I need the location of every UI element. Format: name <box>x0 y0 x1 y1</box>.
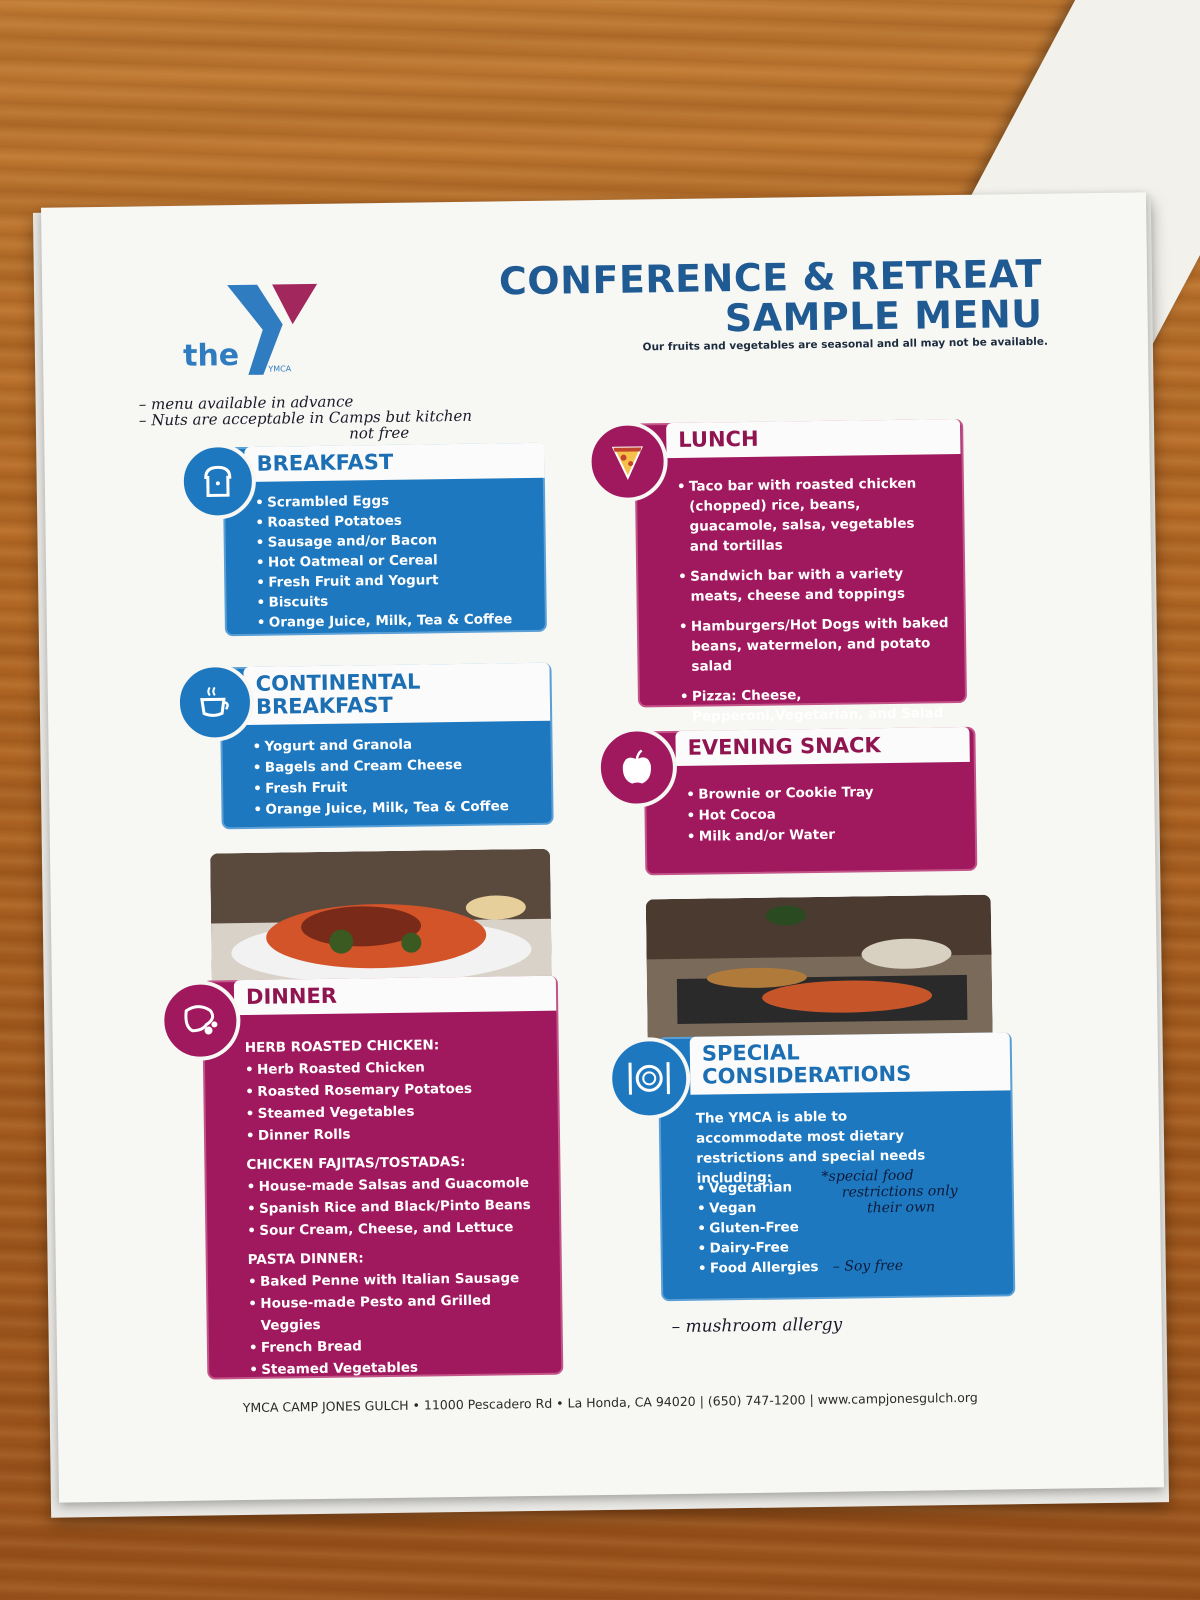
list-item: Orange Juice, Milk, Tea & Coffee <box>257 609 513 633</box>
ymca-y-icon: YMCA <box>227 283 318 375</box>
dinner-section-list: Baked Penne with Italian SausageHouse-ma… <box>248 1267 550 1381</box>
list-item: Brownie or Cookie Tray <box>686 782 873 805</box>
dinner-card: DINNER HERB ROASTED CHICKEN:Herb Roasted… <box>201 975 564 1381</box>
handwritten-line-2: – Nuts are acceptable in Camps but kitch… <box>138 406 473 430</box>
dinner-section-heading: CHICKEN FAJITAS/TOSTADAS: <box>246 1153 466 1174</box>
list-item: Vegetarian <box>697 1177 818 1199</box>
handwritten-special-3: their own <box>866 1199 936 1217</box>
menu-sheet: the YMCA CONFERENCE & RETREAT SAMPLE MEN… <box>41 192 1164 1503</box>
list-item: Sandwich bar with a variety meats, chees… <box>678 563 949 607</box>
dinner-section-list: Herb Roasted ChickenRoasted Rosemary Pot… <box>245 1055 546 1147</box>
list-item: Hot Cocoa <box>686 803 873 826</box>
list-item: Gluten-Free <box>697 1217 818 1239</box>
handwritten-bottom-note: – mushroom allergy <box>671 1314 843 1338</box>
continental-title: CONTINENTAL BREAKFAST <box>243 662 551 725</box>
handwritten-note-top: – menu available in advance – Nuts are a… <box>139 392 473 445</box>
list-item: Dinner Rolls <box>246 1121 546 1147</box>
dinner-section-list: House-made Salsas and GuacomoleSpanish R… <box>247 1172 548 1242</box>
list-item: Vegan <box>697 1197 818 1219</box>
special-card: SPECIAL CONSIDERATIONS The YMCA is able … <box>657 1032 1016 1302</box>
special-title-line-2: CONSIDERATIONS <box>702 1061 912 1089</box>
list-item: Sour Cream, Cheese, and Lettuce <box>247 1216 547 1242</box>
dinner-section-heading: HERB ROASTED CHICKEN: <box>244 1037 440 1057</box>
dinner-section-heading: PASTA DINNER: <box>247 1250 364 1268</box>
list-item: Steamed Vegetables <box>249 1355 549 1381</box>
snack-title: EVENING SNACK <box>675 726 970 766</box>
list-item: Food Allergies <box>698 1257 819 1279</box>
continental-card: CONTINENTAL BREAKFAST Yogurt and Granola… <box>219 662 554 830</box>
list-item: Fresh Fruit <box>253 775 509 799</box>
handwritten-special-2: restrictions only <box>841 1183 958 1201</box>
breakfast-card: BREAKFAST Scrambled EggsRoasted Potatoes… <box>222 442 547 637</box>
breakfast-list: Scrambled EggsRoasted PotatoesSausage an… <box>255 489 512 633</box>
logo-brand-text: YMCA <box>267 364 291 373</box>
page-title: CONFERENCE & RETREAT SAMPLE MENU <box>499 252 1043 342</box>
list-item: Hamburgers/Hot Dogs with baked beans, wa… <box>679 613 950 677</box>
lunch-list: Taco bar with roasted chicken (chopped) … <box>677 473 951 757</box>
continental-list: Yogurt and GranolaBagels and Cream Chees… <box>252 733 509 821</box>
lunch-card: LUNCH Taco bar with roasted chicken (cho… <box>634 418 968 745</box>
list-item: Orange Juice, Milk, Tea & Coffee <box>253 796 509 820</box>
dinner-photo <box>210 848 552 994</box>
special-list: VegetarianVeganGluten-FreeDairy-FreeFood… <box>697 1177 819 1279</box>
special-title: SPECIAL CONSIDERATIONS <box>689 1032 1011 1095</box>
list-item: Bagels and Cream Cheese <box>253 754 509 778</box>
list-item: Milk and/or Water <box>687 824 874 847</box>
snack-card: EVENING SNACK Brownie or Cookie TrayHot … <box>643 726 978 876</box>
list-item: Dairy-Free <box>697 1237 818 1259</box>
list-item: Yogurt and Granola <box>252 733 508 757</box>
dinner-sections: HERB ROASTED CHICKEN:Herb Roasted Chicke… <box>245 1026 550 1381</box>
dinner-title: DINNER <box>233 975 557 1016</box>
buffet-photo <box>645 894 993 1050</box>
snack-list: Brownie or Cookie TrayHot CocoaMilk and/… <box>686 782 874 848</box>
handwritten-special-1: *special food <box>821 1167 914 1185</box>
handwritten-soy-free: – Soy free <box>832 1257 904 1275</box>
footer-contact: YMCA CAMP JONES GULCH • 11000 Pescadero … <box>242 1389 978 1416</box>
continental-title-line-2: BREAKFAST <box>255 692 393 719</box>
breakfast-title: BREAKFAST <box>244 442 545 482</box>
ymca-logo: the YMCA <box>182 278 354 400</box>
lunch-title: LUNCH <box>666 418 961 459</box>
list-item: House-made Pesto and Grilled Veggies <box>248 1289 549 1337</box>
list-item: Taco bar with roasted chicken (chopped) … <box>677 473 948 557</box>
handwritten-special-note: *special food restrictions only their ow… <box>822 1167 958 1217</box>
